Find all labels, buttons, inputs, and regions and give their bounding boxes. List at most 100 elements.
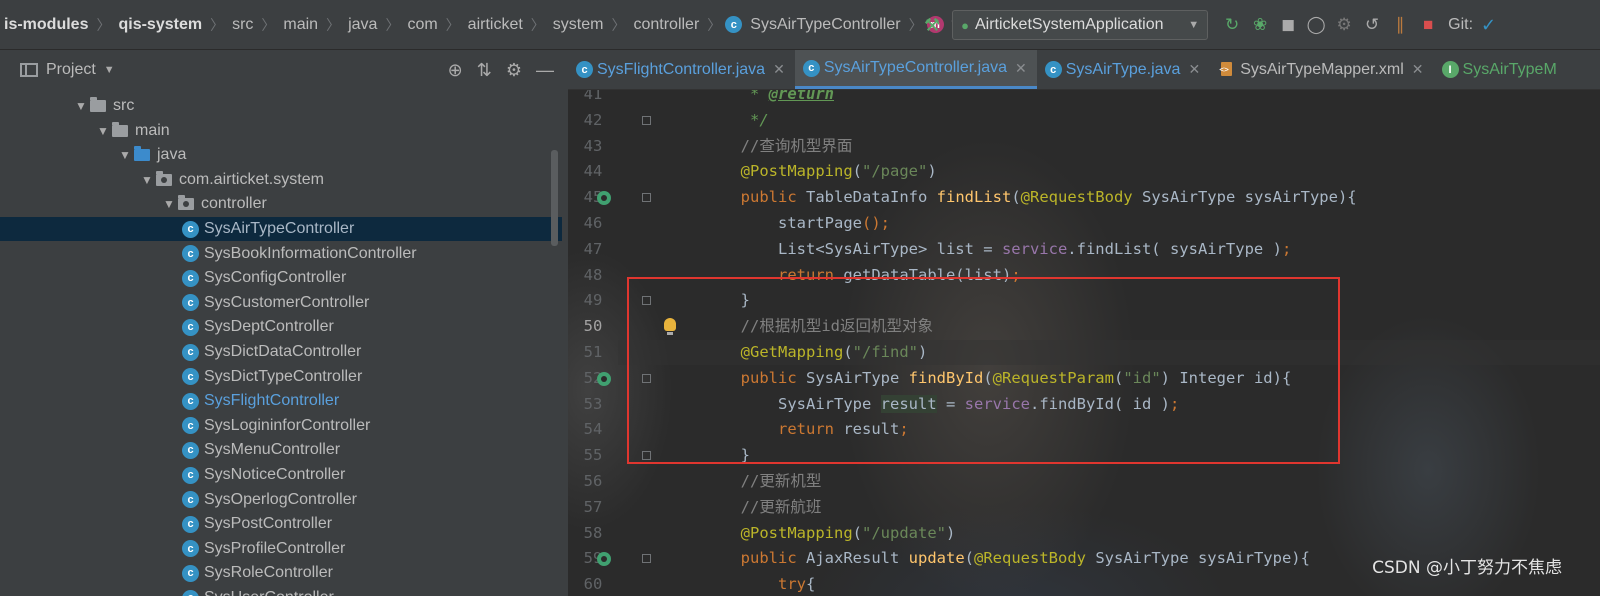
reload-classes-icon[interactable]: ↺ — [1358, 15, 1386, 35]
tree-item[interactable]: c SysDictTypeController — [0, 365, 562, 389]
tree-item[interactable]: c SysPostController — [0, 512, 562, 536]
tree-item[interactable]: c SysDictDataController — [0, 340, 562, 364]
close-icon[interactable]: ✕ — [1188, 61, 1200, 78]
crosshair-icon[interactable]: ⊕ — [448, 60, 463, 81]
editor-tabs: c SysFlightController.java ✕ c SysAirTypeCon… — [568, 50, 1600, 90]
pause-icon[interactable]: ∥ — [1386, 15, 1414, 35]
expand-arrow-icon[interactable]: ▼ — [138, 173, 156, 187]
tree-item-label: SysDeptController — [204, 318, 334, 336]
breadcrumb-label: qis-system — [118, 15, 203, 33]
breadcrumb-item[interactable]: java 〉 — [344, 15, 403, 35]
class-icon: c — [182, 466, 199, 484]
fold-marker-icon[interactable] — [642, 554, 651, 564]
tree-item[interactable]: c SysProfileController — [0, 537, 562, 561]
line-number: 53 — [583, 394, 603, 413]
chevron-right-icon: 〉 — [326, 16, 341, 33]
code-token: findList — [936, 188, 1012, 207]
tree-item[interactable]: ▼ controller — [0, 192, 562, 216]
collapse-all-icon[interactable]: ⇅ — [477, 60, 492, 81]
breadcrumb-item[interactable]: controller 〉 — [629, 15, 725, 35]
expand-arrow-icon[interactable]: ▼ — [72, 99, 90, 113]
tree-item-label: SysPostController — [204, 515, 333, 533]
coverage-icon[interactable]: ◼ — [1274, 15, 1302, 35]
breadcrumb-label: system — [552, 15, 604, 33]
tree-item[interactable]: c SysOperlogController — [0, 488, 562, 512]
tree-item[interactable]: ▼ java — [0, 143, 562, 167]
close-icon[interactable]: ✕ — [773, 61, 785, 78]
attach-icon[interactable]: ⚙ — [1330, 15, 1358, 35]
tree-item[interactable]: c SysCustomerController — [0, 291, 562, 315]
breadcrumb-item[interactable]: com 〉 — [403, 15, 463, 35]
tree-item[interactable]: c SysRoleController — [0, 561, 562, 585]
editor-tab[interactable]: c SysAirTypeController.java ✕ — [794, 50, 1037, 89]
code-token: try — [778, 575, 806, 594]
code-editor[interactable]: 41 42 43 44 45 46 47 48 49 50 51 52 53 54 55 56 57 58 59 60… — [568, 90, 1600, 596]
tree-item[interactable]: c SysBookInformationController — [0, 242, 562, 266]
project-panel-title[interactable]: Project — [46, 61, 96, 79]
request-mapping-icon[interactable] — [597, 371, 611, 386]
tree-item[interactable]: c SysMenuController — [0, 438, 562, 462]
tree-item[interactable]: ▼ main — [0, 119, 562, 143]
code-token: //查询机型界面 — [740, 136, 853, 155]
minus-icon[interactable]: — — [536, 60, 554, 81]
expand-arrow-icon[interactable]: ▼ — [94, 124, 112, 138]
expand-arrow-icon[interactable]: ▼ — [160, 197, 178, 211]
breadcrumb-item[interactable]: is-modules 〉 — [0, 15, 114, 35]
tree-item[interactable]: c SysAirTypeController — [0, 217, 562, 241]
breadcrumb-item[interactable]: system 〉 — [549, 15, 630, 35]
toolbar: ⚒ ● AirticketSystemApplication ▼ ↻ ❀ ◼ ◯… — [924, 0, 1496, 49]
bug-icon[interactable]: ❀ — [1246, 15, 1274, 35]
close-icon[interactable]: ✕ — [1015, 60, 1027, 77]
breadcrumb-item[interactable]: main 〉 — [279, 15, 344, 35]
editor-tab[interactable]: c SysFlightController.java ✕ — [568, 50, 795, 89]
hammer-icon[interactable]: ⚒ — [924, 15, 940, 36]
line-number: 58 — [583, 523, 603, 542]
stop-icon[interactable]: ■ — [1414, 15, 1442, 35]
line-number: 48 — [583, 265, 603, 284]
chevron-right-icon: 〉 — [261, 16, 276, 33]
tree-item[interactable]: c SysDeptController — [0, 315, 562, 339]
chevron-right-icon: 〉 — [96, 16, 111, 33]
project-tree-scrollbar[interactable] — [551, 150, 558, 246]
check-icon[interactable]: ✓ — [1481, 15, 1496, 36]
tree-item[interactable]: ▼ com.airticket.system — [0, 168, 562, 192]
breadcrumb-item[interactable]: qis-system 〉 — [114, 15, 228, 35]
editor-tab[interactable]: SysAirTypeMapper.xml ✕ — [1210, 50, 1433, 89]
profiler-icon[interactable]: ◯ — [1302, 15, 1330, 35]
tree-item-label: SysNoticeController — [204, 466, 346, 483]
breadcrumb-label: java — [348, 15, 378, 33]
tree-item[interactable]: ▼ src — [0, 94, 562, 118]
breadcrumb-label: main — [283, 15, 319, 33]
fold-marker-icon[interactable] — [642, 193, 651, 203]
code-token: ) — [946, 523, 956, 542]
run-configuration-select[interactable]: ● AirticketSystemApplication ▼ — [952, 10, 1209, 40]
code-token: ) — [927, 162, 937, 181]
line-number: 44 — [583, 162, 603, 181]
chevron-down-icon[interactable]: ▼ — [104, 64, 115, 76]
breadcrumb-label: controller — [633, 15, 700, 33]
tree-item[interactable]: c SysConfigController — [0, 266, 562, 290]
fold-marker-icon[interactable] — [642, 115, 651, 125]
class-icon: c — [182, 589, 199, 596]
code-token: service — [1001, 239, 1068, 258]
code-token: //更新机型 — [740, 472, 822, 490]
line-number: 54 — [583, 420, 603, 439]
rerun-icon[interactable]: ↻ — [1218, 15, 1246, 35]
gear-icon[interactable]: ⚙ — [506, 60, 522, 81]
breadcrumb-item[interactable]: airticket 〉 — [464, 15, 549, 35]
breadcrumb-item[interactable]: src 〉 — [228, 15, 279, 35]
tree-item[interactable]: c SysLogininforController — [0, 414, 562, 438]
breadcrumb-item[interactable]: c SysAirTypeController 〉 — [725, 15, 926, 35]
code-token: (); — [862, 214, 890, 232]
tree-item[interactable]: c SysUserController — [0, 586, 562, 596]
class-icon: c — [725, 16, 743, 33]
editor-tab[interactable]: I SysAirTypeM — [1434, 50, 1567, 89]
close-icon[interactable]: ✕ — [1412, 61, 1424, 78]
code-token: "/page" — [862, 162, 928, 181]
tree-item[interactable]: c SysFlightController — [0, 389, 562, 413]
expand-arrow-icon[interactable]: ▼ — [116, 148, 134, 162]
tree-item[interactable]: c SysNoticeController — [0, 463, 562, 487]
editor-tab[interactable]: c SysAirType.java ✕ — [1037, 50, 1210, 89]
